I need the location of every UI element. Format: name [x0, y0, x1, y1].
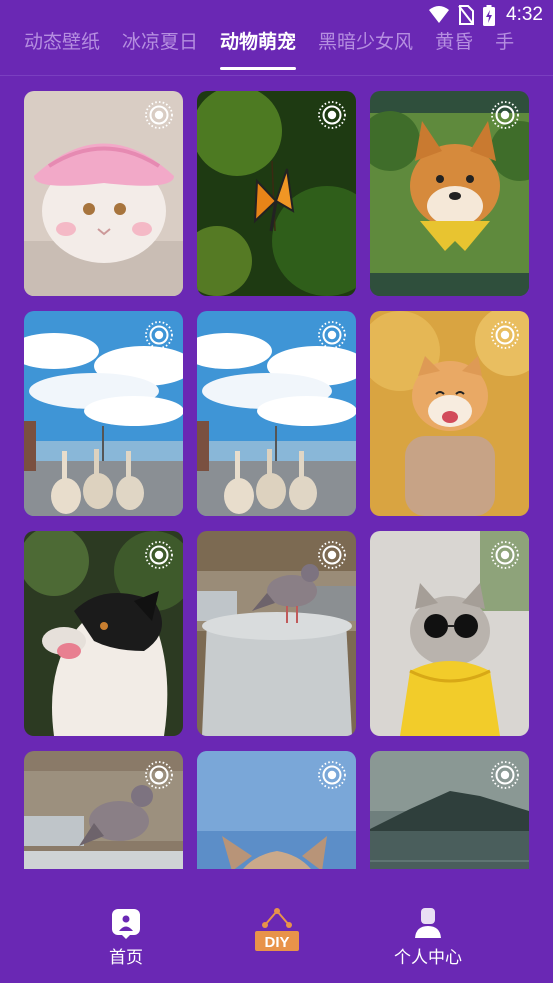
tab-2[interactable]: 动物萌宠 — [220, 26, 297, 70]
live-wallpaper-icon — [318, 101, 346, 129]
tab-label: 手 — [495, 31, 515, 53]
nav-home[interactable]: 首页 — [96, 907, 156, 968]
tab-underline — [220, 67, 297, 70]
tab-4[interactable]: 黄昏 — [435, 26, 473, 58]
tab-divider — [0, 75, 553, 76]
wallpaper-grid[interactable] — [24, 91, 530, 869]
tab-label: 黑暗少女风 — [318, 31, 414, 53]
wallpaper-card-cat-peeking[interactable] — [197, 751, 356, 869]
home-icon — [112, 909, 140, 939]
nav-home-label: 首页 — [109, 948, 143, 968]
nav-diy[interactable]: DIY — [248, 905, 306, 955]
wallpaper-card-geese-under-sky[interactable] — [24, 311, 183, 516]
tab-label: 冰凉夏日 — [122, 31, 199, 53]
bottom-navigation: 首页 DIY 个人中心 — [0, 869, 553, 983]
wallpaper-card-mountain-lake[interactable] — [370, 751, 529, 869]
live-wallpaper-icon — [145, 321, 173, 349]
live-wallpaper-icon — [145, 541, 173, 569]
wallpaper-card-pigeon-on-post[interactable] — [24, 751, 183, 869]
live-wallpaper-icon — [145, 101, 173, 129]
live-wallpaper-icon — [491, 321, 519, 349]
live-wallpaper-icon — [491, 101, 519, 129]
tab-label: 黄昏 — [435, 31, 474, 53]
wallpaper-card-geese-under-sky[interactable] — [197, 311, 356, 516]
wallpaper-card-shiba-with-scarf[interactable] — [370, 91, 529, 296]
diy-icon: DIY — [255, 908, 299, 951]
wallpaper-card-smiling-shiba-sweater[interactable] — [370, 311, 529, 516]
wallpaper-card-pigeon-on-nyc-post[interactable] — [197, 531, 356, 736]
tab-0[interactable]: 动态壁纸 — [24, 26, 100, 58]
wallpaper-card-border-collie[interactable] — [24, 531, 183, 736]
profile-icon — [415, 908, 441, 938]
tab-label: 动态壁纸 — [24, 31, 101, 53]
category-tabs: 动态壁纸 冰凉夏日 动物萌宠 黑暗少女风 黄昏手 — [24, 26, 536, 70]
diy-label: DIY — [264, 934, 289, 951]
nav-profile-label: 个人中心 — [394, 948, 462, 968]
category-tab-bar: 动态壁纸 冰凉夏日 动物萌宠 黑暗少女风 黄昏手 — [0, 20, 553, 76]
live-wallpaper-icon — [491, 541, 519, 569]
live-wallpaper-icon — [318, 761, 346, 789]
wallpaper-card-monarch-butterfly[interactable] — [197, 91, 356, 296]
tab-5[interactable]: 手 — [495, 26, 514, 58]
tab-1[interactable]: 冰凉夏日 — [122, 26, 198, 58]
live-wallpaper-icon — [491, 761, 519, 789]
live-wallpaper-icon — [318, 321, 346, 349]
live-wallpaper-icon — [145, 761, 173, 789]
tab-label: 动物萌宠 — [220, 31, 297, 53]
live-wallpaper-icon — [318, 541, 346, 569]
wallpaper-card-cat-in-pink-hat[interactable] — [24, 91, 183, 296]
wallpaper-card-cat-with-sunglasses[interactable] — [370, 531, 529, 736]
tab-3[interactable]: 黑暗少女风 — [318, 26, 413, 58]
nav-profile[interactable]: 个人中心 — [386, 907, 470, 968]
